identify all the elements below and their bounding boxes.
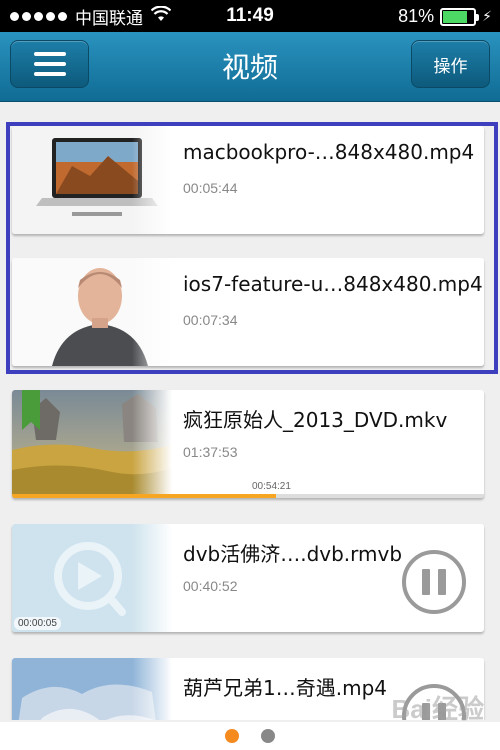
menu-button[interactable] bbox=[10, 40, 89, 88]
wifi-icon bbox=[150, 5, 172, 27]
video-list: macbookpro-…848x480.mp4 00:05:44 ios7-fe… bbox=[0, 102, 500, 720]
page-dot-2[interactable] bbox=[261, 729, 275, 743]
charging-icon: ⚡ bbox=[482, 8, 492, 24]
video-item-dvb[interactable]: 00:00:05 dvb活佛济….dvb.rmvb 00:40:52 bbox=[12, 524, 484, 632]
video-duration: 01:37:53 bbox=[183, 444, 238, 460]
battery-icon bbox=[440, 7, 480, 26]
playback-position: 00:54:21 bbox=[252, 481, 291, 492]
video-title: 葫芦兄弟1…奇遇.mp4 bbox=[183, 676, 387, 700]
video-title: 疯狂原始人_2013_DVD.mkv bbox=[183, 408, 448, 432]
page-dot-1[interactable] bbox=[225, 729, 239, 743]
signal-strength-icon bbox=[10, 11, 67, 21]
operation-button[interactable]: 操作 bbox=[411, 40, 490, 88]
status-bar: 中国联通 11:49 81% ⚡ bbox=[0, 0, 500, 32]
video-duration: 00:07:34 bbox=[183, 312, 238, 328]
video-title: dvb活佛济….dvb.rmvb bbox=[183, 542, 403, 566]
carrier-name: 中国联通 bbox=[75, 8, 143, 29]
video-thumbnail bbox=[12, 658, 172, 720]
video-item-calabash-brothers[interactable]: 葫芦兄弟1…奇遇.mp4 bbox=[12, 658, 484, 720]
video-item-ios7-feature[interactable]: ios7-feature-u…848x480.mp4 00:07:34 bbox=[12, 258, 484, 366]
battery-percent: 81% bbox=[398, 6, 435, 26]
thumbnail-timestamp: 00:00:05 bbox=[14, 617, 61, 630]
video-item-croods[interactable]: 疯狂原始人_2013_DVD.mkv 01:37:53 00:54:21 bbox=[12, 390, 484, 498]
pause-download-button[interactable] bbox=[402, 550, 466, 614]
video-duration: 00:40:52 bbox=[183, 578, 238, 594]
video-thumbnail: 00:00:05 bbox=[12, 524, 172, 632]
pause-download-button[interactable] bbox=[402, 684, 466, 720]
video-title: ios7-feature-u…848x480.mp4 bbox=[183, 272, 483, 296]
video-thumbnail bbox=[12, 258, 172, 366]
video-duration: 00:05:44 bbox=[183, 180, 238, 196]
navigation-bar: 视频 操作 bbox=[0, 32, 500, 102]
video-item-macbookpro[interactable]: macbookpro-…848x480.mp4 00:05:44 bbox=[12, 126, 484, 234]
page-indicator bbox=[0, 722, 500, 750]
video-thumbnail bbox=[12, 390, 172, 498]
video-title: macbookpro-…848x480.mp4 bbox=[183, 140, 475, 164]
video-thumbnail bbox=[12, 126, 172, 234]
playback-progress-bar bbox=[12, 494, 484, 498]
